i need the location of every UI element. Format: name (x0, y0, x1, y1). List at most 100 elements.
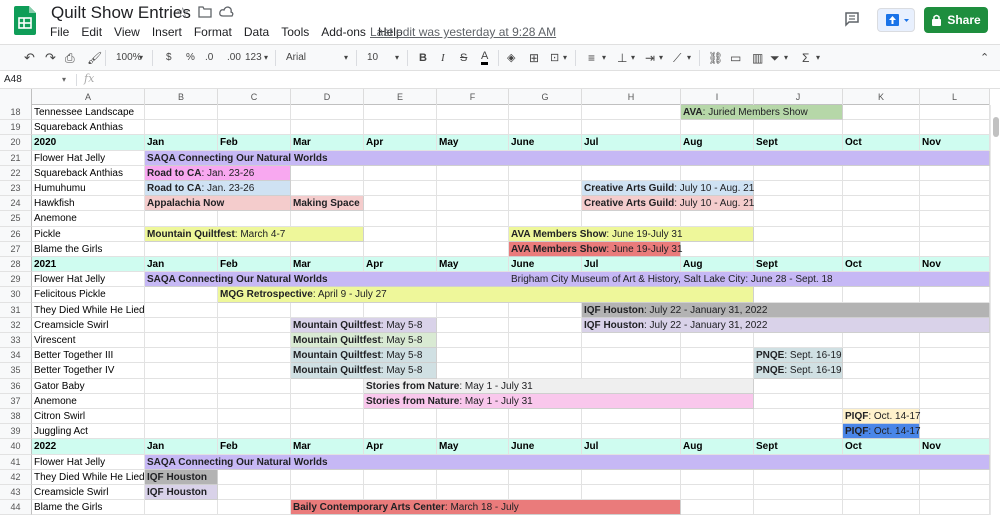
grid-cell[interactable] (437, 181, 509, 197)
text-wrap-icon[interactable]: ⇥ (645, 50, 655, 66)
star-icon[interactable]: ☆ (176, 4, 189, 22)
menu-tools[interactable]: Tools (275, 24, 315, 40)
show-entry-band[interactable]: Mountain Quiltfest: May 5-8 (291, 363, 437, 379)
grid-cell[interactable] (843, 211, 920, 227)
show-entry-band[interactable]: AVA Members Show: June 19-July 31 (509, 226, 754, 242)
row-header[interactable]: 20 (0, 135, 32, 151)
grid-cell[interactable] (218, 302, 291, 318)
row-header[interactable]: 25 (0, 211, 32, 227)
row-header[interactable]: 24 (0, 196, 32, 212)
grid-cell[interactable] (843, 226, 920, 242)
grid-cell[interactable] (843, 363, 920, 379)
grid-cell[interactable] (145, 120, 218, 136)
text-color-button[interactable]: A (481, 50, 489, 65)
grid-cell[interactable] (291, 469, 364, 485)
show-entry-band[interactable]: AVA: Juried Members Show (681, 105, 843, 121)
column-header-f[interactable]: F (437, 89, 509, 105)
grid-cell[interactable] (218, 333, 291, 349)
grid-cell[interactable] (920, 485, 990, 501)
currency-button[interactable]: $ (166, 50, 172, 66)
menu-format[interactable]: Format (188, 24, 238, 40)
show-entry-band[interactable]: Creative Arts Guild: July 10 - Aug. 21 (582, 196, 754, 212)
show-entry-band[interactable]: Road to CA: Jan. 23-26 (145, 181, 291, 197)
show-entry-band[interactable]: Appalachia Now (145, 196, 291, 212)
grid-cell[interactable] (582, 333, 681, 349)
grid-cell[interactable] (218, 469, 291, 485)
grid-cell[interactable] (145, 302, 218, 318)
filter-icon[interactable]: ⏷ (770, 50, 780, 66)
grid-cell[interactable] (843, 393, 920, 409)
grid-cell[interactable] (437, 333, 509, 349)
bold-button[interactable]: B (419, 50, 427, 66)
show-entry-band[interactable]: MQG Retrospective: April 9 - July 27 (218, 287, 754, 303)
grid-cell[interactable] (437, 424, 509, 440)
scrollbar-thumb[interactable] (993, 117, 999, 137)
grid-cell[interactable] (843, 333, 920, 349)
row-header[interactable]: 36 (0, 378, 32, 394)
increase-decimal-button[interactable]: .00 (227, 50, 241, 66)
show-entry-band[interactable]: SAQA Connecting Our Natural Worlds (145, 454, 990, 470)
grid-cell[interactable] (681, 241, 754, 257)
show-entry-band[interactable]: IQF Houston (145, 469, 218, 485)
grid-cell[interactable] (843, 485, 920, 501)
grid-cell[interactable] (582, 120, 681, 136)
insert-comment-icon[interactable]: ▭ (730, 50, 741, 66)
menu-edit[interactable]: Edit (75, 24, 108, 40)
show-entry-band[interactable]: PNQE: Sept. 16-19 (754, 363, 843, 379)
row-header[interactable]: 21 (0, 150, 32, 166)
sheets-logo-icon[interactable] (14, 6, 36, 35)
grid-cell[interactable] (681, 409, 754, 425)
grid-cell[interactable] (754, 409, 843, 425)
grid-cell[interactable] (920, 500, 990, 515)
row-header[interactable]: 39 (0, 424, 32, 440)
horizontal-align-icon[interactable]: ≡ (588, 50, 595, 66)
column-header-k[interactable]: K (843, 89, 920, 105)
grid-cell[interactable] (754, 500, 843, 515)
grid-cell[interactable] (291, 211, 364, 227)
grid-cell[interactable] (145, 378, 218, 394)
row-header[interactable]: 40 (0, 439, 32, 455)
grid-cell[interactable] (754, 196, 843, 212)
grid-cell[interactable] (145, 333, 218, 349)
grid-cell[interactable] (582, 211, 681, 227)
last-edit-link[interactable]: Last edit was yesterday at 9:28 AM (370, 24, 556, 40)
grid-cell[interactable] (754, 469, 843, 485)
row-header[interactable]: 34 (0, 348, 32, 364)
grid-cell[interactable] (582, 363, 681, 379)
grid-cell[interactable] (920, 378, 990, 394)
paint-format-icon[interactable]: 🖌 (87, 50, 102, 66)
grid-cell[interactable] (145, 287, 218, 303)
grid-cell[interactable] (509, 196, 582, 212)
grid-cell[interactable] (509, 485, 582, 501)
grid-cell[interactable] (145, 348, 218, 364)
grid-cell[interactable] (681, 120, 754, 136)
grid-cell[interactable] (145, 241, 218, 257)
grid-cell[interactable] (509, 409, 582, 425)
grid-cell[interactable] (681, 211, 754, 227)
grid-cell[interactable] (681, 363, 754, 379)
show-entry-band[interactable]: Creative Arts Guild: July 10 - Aug. 21 (582, 181, 754, 197)
grid-cell[interactable] (364, 105, 437, 121)
show-entry-band[interactable]: Mountain Quiltfest: March 4-7 (145, 226, 364, 242)
grid-cell[interactable] (920, 393, 990, 409)
vertical-align-icon[interactable]: ⊥ (617, 50, 627, 66)
row-header[interactable]: 31 (0, 302, 32, 318)
grid-cell[interactable] (437, 485, 509, 501)
row-header[interactable]: 26 (0, 226, 32, 242)
column-header-i[interactable]: I (681, 89, 754, 105)
grid-cell[interactable] (509, 165, 582, 181)
grid-cell[interactable] (145, 409, 218, 425)
grid-cell[interactable] (754, 181, 843, 197)
grid-cell[interactable] (582, 469, 681, 485)
decrease-decimal-button[interactable]: .0 (205, 50, 213, 66)
grid-cell[interactable] (843, 105, 920, 121)
show-entry-band[interactable]: Mountain Quiltfest: May 5-8 (291, 333, 437, 349)
functions-button[interactable]: Σ (802, 50, 809, 66)
font-size-select[interactable]: 10 (367, 50, 378, 66)
grid-cell[interactable] (754, 241, 843, 257)
show-entry-band[interactable]: Stories from Nature: May 1 - July 31 (364, 393, 754, 409)
formula-input[interactable] (104, 72, 984, 88)
grid-cell[interactable] (218, 211, 291, 227)
row-header[interactable]: 41 (0, 454, 32, 470)
grid-cell[interactable] (509, 333, 582, 349)
